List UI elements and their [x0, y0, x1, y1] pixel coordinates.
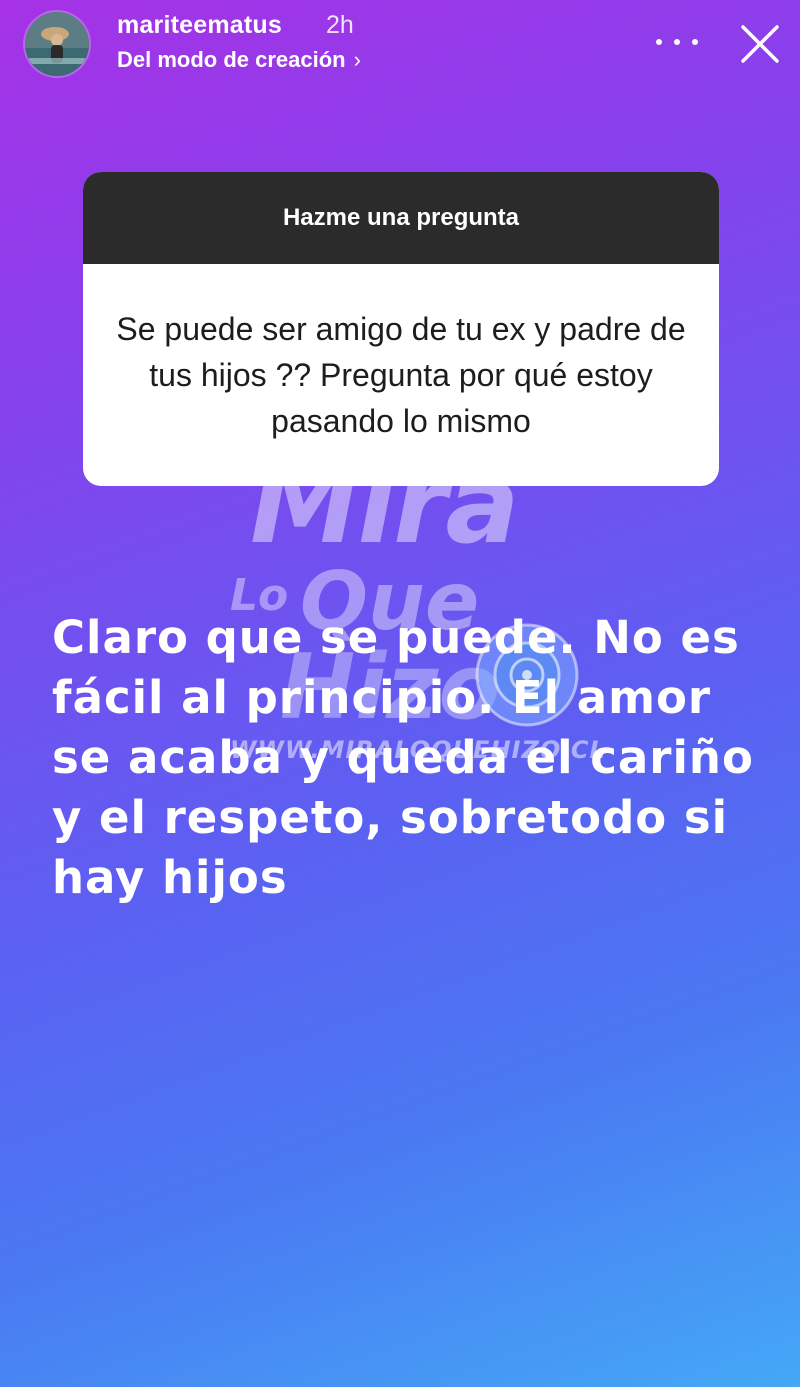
chevron-right-icon: › [353, 47, 361, 72]
profile-photo-icon [25, 12, 89, 76]
subtitle-label: Del modo de creación [117, 47, 346, 72]
more-dots-icon[interactable] [656, 30, 698, 54]
story-header: mariteematus 2h Del modo de creación › [0, 0, 800, 90]
question-text: Se puede ser amigo de tu ex y padre de t… [116, 311, 686, 439]
question-sticker[interactable]: Hazme una pregunta Se puede ser amigo de… [83, 172, 719, 486]
avatar[interactable] [25, 12, 89, 76]
time-ago: 2h [326, 11, 354, 39]
answer-text: Claro que se puede. No es fácil al princ… [52, 611, 754, 904]
username[interactable]: mariteematus [117, 11, 282, 40]
close-icon[interactable] [738, 22, 782, 66]
creation-mode-link[interactable]: Del modo de creación › [117, 47, 361, 73]
question-sticker-title: Hazme una pregunta [83, 172, 719, 264]
story-view[interactable]: mariteematus 2h Del modo de creación › H… [0, 0, 800, 1387]
